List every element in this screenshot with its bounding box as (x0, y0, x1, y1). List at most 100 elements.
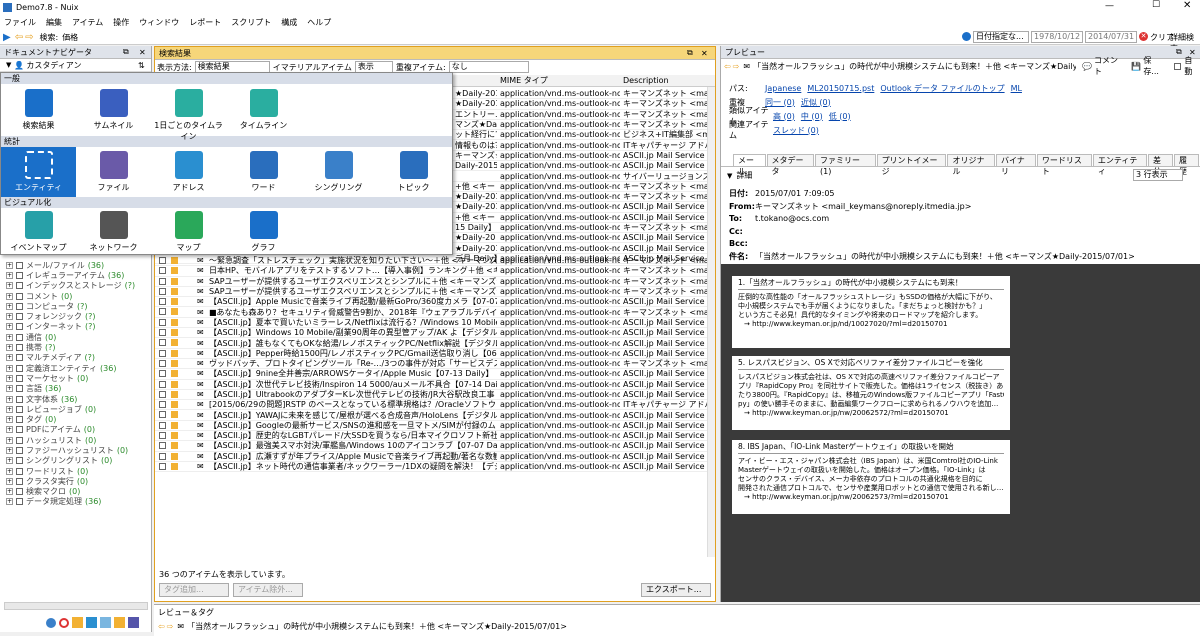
back-icon[interactable]: ⇦ (158, 622, 165, 631)
tree-checkbox[interactable] (16, 405, 23, 413)
card-url[interactable]: → http://www.keyman.or.jp/nw/20062572/?m… (738, 409, 1004, 418)
float-icon[interactable]: ⧉ (1176, 47, 1182, 57)
expand-icon[interactable]: + (6, 344, 13, 352)
nav-icon[interactable] (128, 617, 139, 628)
table-row[interactable]: ✉ 【ASCII.jp】Apple Musicで音楽ライブ再起動/最新GoPro/… (155, 297, 715, 308)
tree-item[interactable]: + 定義済エンティティ (36) (0, 363, 152, 373)
expand-icon[interactable]: + (6, 374, 13, 382)
tree-item[interactable]: + ファジーハッシュリスト (0) (0, 445, 152, 455)
row-checkbox[interactable] (159, 277, 166, 285)
view-tile-graph[interactable]: グラフ (226, 211, 301, 253)
custodian-dropdown[interactable]: ▼ 👤 カスタディアン ⇅ (0, 59, 151, 72)
auto-checkbox[interactable] (1174, 62, 1182, 70)
tree-checkbox[interactable] (16, 467, 23, 475)
comment-button[interactable]: コメント (1094, 55, 1125, 77)
view-tile-daily-timeline[interactable]: 1日ごとのタイムライン (151, 89, 226, 142)
tag-icon[interactable] (46, 617, 56, 628)
path-folder-1[interactable]: Japanese (765, 84, 801, 93)
close-icon[interactable]: ✕ (701, 49, 708, 58)
tree-item[interactable]: + マルチメディア (?) (0, 353, 152, 363)
tree-checkbox[interactable] (16, 344, 23, 352)
expand-icon[interactable]: + (6, 457, 13, 465)
tree-checkbox[interactable] (16, 416, 23, 424)
card-url[interactable]: → http://www.keyman.or.jp/nd/10027020/?m… (738, 320, 1004, 329)
expand-icon[interactable]: + (6, 405, 13, 413)
tree-checkbox[interactable] (16, 292, 23, 300)
sort-icon[interactable]: ⇅ (138, 61, 145, 70)
tree-checkbox[interactable] (16, 446, 23, 454)
row-checkbox[interactable] (159, 401, 166, 409)
table-row[interactable]: ✉ 【ASCII.jp】誰もなくてもOKな給湯/レノボスティックPC/Netfli… (155, 338, 715, 349)
row-checkbox[interactable] (159, 380, 166, 388)
column-description[interactable]: Description (623, 76, 669, 85)
preview-tab[interactable]: オリジナル (947, 154, 995, 176)
horizontal-scrollbar[interactable] (4, 602, 148, 610)
view-tile-topic[interactable]: トピック (376, 151, 451, 193)
expand-icon[interactable]: + (6, 302, 13, 310)
tree-item[interactable]: + メール/ファイル (36) (0, 260, 152, 270)
view-tile-shingling[interactable]: シングリング (301, 151, 376, 193)
row-checkbox[interactable] (159, 339, 166, 347)
tree-item[interactable]: + フォレンジック (?) (0, 311, 152, 321)
tree-item[interactable]: + レビュージョブ (0) (0, 404, 152, 414)
tree-item[interactable]: + コメント (0) (0, 291, 152, 301)
expand-icon[interactable]: + (6, 282, 13, 290)
row-checkbox[interactable] (159, 462, 166, 470)
close-icon[interactable]: ✕ (139, 48, 146, 57)
view-tile-entity[interactable]: エンティティ (1, 151, 76, 193)
float-icon[interactable]: ⧉ (687, 48, 693, 58)
date-from-input[interactable]: 1978/10/12 (1031, 31, 1083, 43)
preview-tab[interactable]: バイナリ (995, 154, 1036, 176)
table-row[interactable]: ✉ SAPユーザーが提供するユーザエクスペリエンスとシンプルに＋他 <キーマンズ★… (155, 277, 715, 287)
tree-item[interactable]: + データ規定処理 (36) (0, 497, 152, 507)
no-entry-icon[interactable] (59, 617, 69, 628)
duplicate-select[interactable]: なし (448, 61, 529, 73)
tree-item[interactable]: + 携帯 (?) (0, 342, 152, 352)
row-checkbox[interactable] (159, 298, 166, 306)
tree-item[interactable]: + タグ (0) (0, 414, 152, 424)
tree-checkbox[interactable] (16, 282, 23, 290)
view-tile-word[interactable]: ワード (226, 151, 301, 193)
table-row[interactable]: ✉ 【ASCII.jp】Windows 10 Mobile/副業90周年の異型管ア… (155, 328, 715, 339)
view-tile-address[interactable]: アドレス (151, 151, 226, 193)
view-tile-network[interactable]: ネットワーク (76, 211, 151, 253)
card-url[interactable]: → http://www.keyman.or.jp/nw/20062573/?m… (738, 493, 1004, 502)
preview-tab[interactable]: メタデータ (766, 154, 815, 176)
similar-low-link[interactable]: 低 (0) (829, 111, 851, 122)
exclude-item-button[interactable]: アイテム除外... (233, 583, 303, 597)
expand-icon[interactable]: + (6, 313, 13, 321)
view-tile-event-map[interactable]: イベントマップ (1, 211, 76, 253)
save-button[interactable]: 保存... (1143, 55, 1166, 77)
expand-icon[interactable]: + (6, 467, 13, 475)
thread-link[interactable]: スレッド (0) (773, 125, 819, 136)
table-row[interactable]: ✉ ■あなたも森あり？セキュリティ脅威警告9割か、2018年『ウェアラブルデバイス… (155, 307, 715, 318)
similar-mid-link[interactable]: 中 (0) (801, 111, 823, 122)
preview-tab[interactable]: ワードリスト (1036, 154, 1092, 176)
row-checkbox[interactable] (159, 432, 166, 440)
row-checkbox[interactable] (159, 370, 166, 378)
tree-checkbox[interactable] (16, 271, 23, 279)
view-tile-timeline[interactable]: タイムライン (226, 89, 301, 131)
preview-tab[interactable]: プリントイメージ (876, 154, 947, 176)
search-input[interactable]: 価格 (62, 32, 942, 43)
table-row[interactable]: ✉ 【ASCII.jp】Googleの最新サービス/SNSの進和感を一旦マトメ/S… (155, 421, 715, 432)
tree-checkbox[interactable] (16, 354, 23, 362)
row-checkbox[interactable] (159, 421, 166, 429)
person-icon[interactable] (72, 617, 83, 628)
table-row[interactable]: ✉ ヴッドバッチ、プロトタイピングツール「Re-…/3つの事件が対応「サービスデス… (155, 359, 715, 370)
close-icon[interactable]: ✕ (1183, 0, 1191, 11)
expand-icon[interactable]: + (6, 385, 13, 393)
tree-item[interactable]: + シングリングリスト (0) (0, 456, 152, 466)
row-checkbox[interactable] (159, 349, 166, 357)
tree-checkbox[interactable] (16, 364, 23, 372)
path-folder-3[interactable]: Outlook データ ファイルのトップ (880, 83, 1004, 94)
tree-checkbox[interactable] (16, 436, 23, 444)
tree-checkbox[interactable] (16, 385, 23, 393)
path-folder-4[interactable]: ML (1011, 84, 1022, 93)
tree-checkbox[interactable] (16, 333, 23, 341)
tree-item[interactable]: + マーケセット (0) (0, 373, 152, 383)
table-row[interactable]: ✉ 【ASCII.jp】次世代テレビ技術/Inspiron 14 5000/auメ… (155, 380, 715, 390)
row-checkbox[interactable] (159, 257, 166, 264)
similar-high-link[interactable]: 高 (0) (773, 111, 795, 122)
near-duplicate-link[interactable]: 近似 (0) (801, 97, 831, 108)
